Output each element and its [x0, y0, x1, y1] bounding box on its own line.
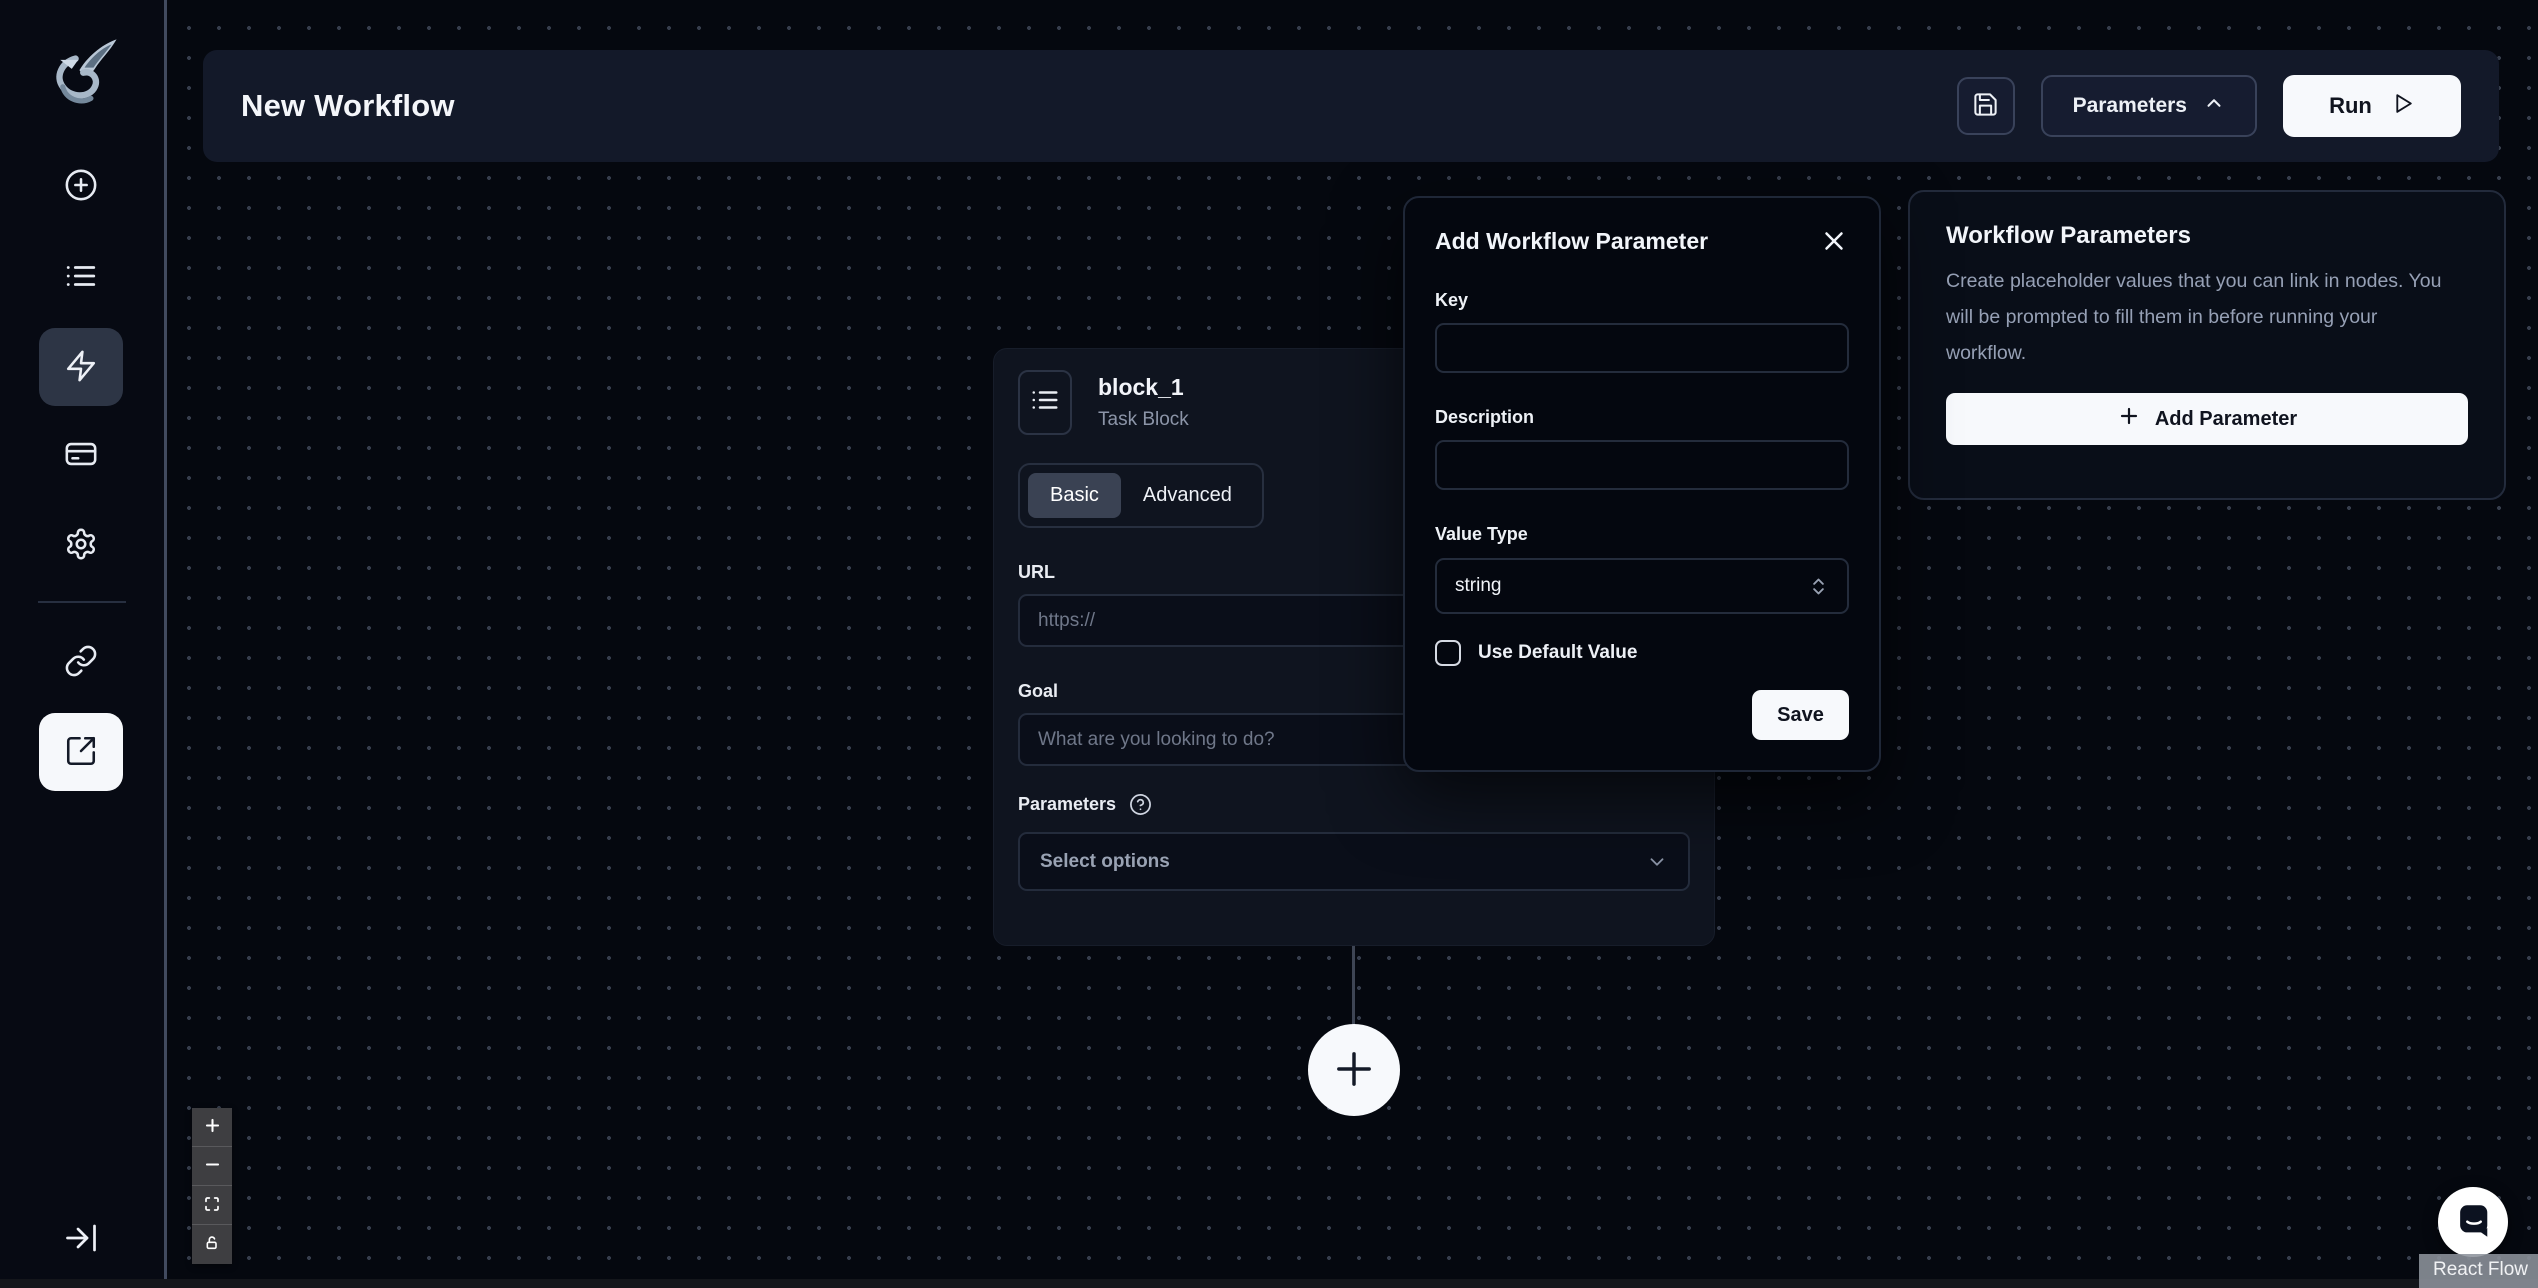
list-icon: [64, 281, 98, 296]
parameters-label-row: Parameters: [1018, 793, 1690, 816]
node-tabs: Basic Advanced: [1018, 463, 1264, 528]
chevrons-up-down-icon: [1808, 576, 1829, 597]
link-icon: [64, 666, 98, 681]
plus-icon: [203, 1116, 222, 1138]
plus-circle-icon: [64, 190, 98, 205]
parameters-panel-title: Workflow Parameters: [1946, 222, 2468, 250]
value-type-selected: string: [1455, 575, 1501, 597]
lock-open-icon: [204, 1235, 220, 1254]
node-titles: block_1 Task Block: [1098, 374, 1189, 431]
workflow-header: New Workflow Parameters: [203, 50, 2499, 162]
close-icon: [1819, 244, 1849, 259]
key-label: Key: [1435, 290, 1849, 311]
chat-bubble-icon: [2453, 1201, 2493, 1244]
save-icon: [1972, 91, 1999, 121]
key-input[interactable]: [1435, 323, 1849, 373]
workflow-parameters-panel: Workflow Parameters Create placeholder v…: [1908, 190, 2506, 500]
zoom-out-button[interactable]: [192, 1147, 232, 1186]
minus-icon: [203, 1155, 222, 1177]
node-subtitle: Task Block: [1098, 409, 1189, 431]
list-icon: [1030, 385, 1060, 420]
modal-header: Add Workflow Parameter: [1435, 226, 1849, 256]
sidebar-item-open-external[interactable]: [39, 713, 123, 791]
skyvern-logo: [41, 33, 123, 115]
sidebar-item-workflows[interactable]: [39, 328, 123, 406]
help-circle-icon[interactable]: [1129, 793, 1152, 816]
edge-connector: [1352, 946, 1355, 1026]
zoom-in-button[interactable]: [192, 1108, 232, 1147]
description-input[interactable]: [1435, 440, 1849, 490]
gear-icon: [64, 549, 98, 564]
chevron-up-icon: [2203, 92, 2225, 120]
modal-close-button[interactable]: [1819, 226, 1849, 256]
sidebar-item-integrations[interactable]: [63, 644, 99, 680]
fit-view-button[interactable]: [192, 1186, 232, 1225]
credit-card-icon: [64, 459, 98, 474]
node-title: block_1: [1098, 374, 1189, 401]
tab-advanced[interactable]: Advanced: [1121, 473, 1254, 518]
parameters-button-label: Parameters: [2073, 94, 2187, 118]
sidebar-item-settings[interactable]: [63, 527, 99, 563]
value-type-label: Value Type: [1435, 524, 1849, 545]
parameters-panel-description: Create placeholder values that you can l…: [1946, 263, 2451, 371]
node-parameters-label: Parameters: [1018, 794, 1116, 815]
tab-basic[interactable]: Basic: [1028, 473, 1121, 518]
parameters-multiselect[interactable]: Select options: [1018, 832, 1690, 891]
sidebar-collapse-button[interactable]: [62, 1220, 100, 1258]
save-workflow-button[interactable]: [1957, 77, 2015, 135]
modal-actions: Save: [1435, 690, 1849, 740]
arrow-right-to-line-icon: [63, 1244, 99, 1259]
parameters-select-placeholder: Select options: [1040, 851, 1170, 873]
play-icon: [2390, 91, 2415, 122]
use-default-checkbox[interactable]: [1435, 640, 1461, 666]
page-title: New Workflow: [241, 88, 455, 124]
maximize-icon: [204, 1196, 220, 1215]
block-icon-box: [1018, 370, 1072, 435]
save-parameter-button[interactable]: Save: [1752, 690, 1849, 740]
canvas-controls: [192, 1108, 232, 1264]
chat-widget-button[interactable]: [2438, 1187, 2508, 1257]
plus-icon: [2117, 404, 2141, 434]
external-link-icon: [64, 734, 98, 771]
sidebar-divider: [38, 601, 126, 603]
use-default-label: Use Default Value: [1478, 642, 1637, 664]
chevron-down-icon: [1646, 851, 1668, 873]
add-parameter-button[interactable]: Add Parameter: [1946, 393, 2468, 445]
sidebar-item-runs[interactable]: [63, 259, 99, 295]
skyvern-workflow-editor: New Workflow Parameters: [0, 0, 2538, 1288]
react-flow-attribution[interactable]: React Flow: [2419, 1254, 2538, 1288]
parameters-toggle-button[interactable]: Parameters: [2041, 75, 2257, 137]
plus-icon: [1328, 1043, 1380, 1098]
zap-icon: [64, 349, 98, 386]
use-default-value-row[interactable]: Use Default Value: [1435, 640, 1849, 666]
sidebar: [0, 0, 167, 1288]
add-parameter-modal: Add Workflow Parameter Key Description V…: [1403, 196, 1881, 772]
workflow-canvas[interactable]: New Workflow Parameters: [167, 0, 2538, 1288]
header-actions: Parameters Run: [1957, 75, 2461, 137]
lock-toggle-button[interactable]: [192, 1225, 232, 1264]
run-button[interactable]: Run: [2283, 75, 2461, 137]
value-type-select[interactable]: string: [1435, 558, 1849, 614]
sidebar-item-billing[interactable]: [63, 437, 99, 473]
run-button-label: Run: [2329, 93, 2372, 119]
window-edge: [0, 1279, 2538, 1288]
sidebar-item-create[interactable]: [63, 168, 99, 204]
add-parameter-label: Add Parameter: [2155, 408, 2297, 431]
description-label: Description: [1435, 407, 1849, 428]
modal-title: Add Workflow Parameter: [1435, 228, 1708, 255]
add-block-button[interactable]: [1308, 1024, 1400, 1116]
